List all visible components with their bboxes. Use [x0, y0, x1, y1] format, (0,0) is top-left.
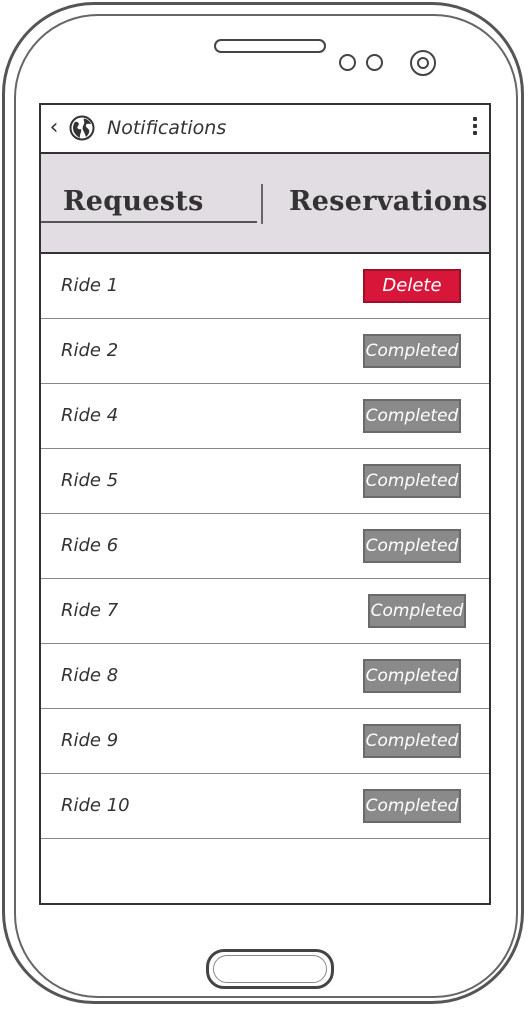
- list-item[interactable]: Ride 1 Delete: [41, 254, 489, 319]
- ride-label: Ride 9: [61, 730, 119, 751]
- completed-button[interactable]: Completed: [363, 529, 461, 563]
- tab-reservations-label: Reservations: [289, 186, 488, 217]
- completed-button[interactable]: Completed: [363, 399, 461, 433]
- home-button[interactable]: [206, 949, 334, 989]
- completed-button[interactable]: Completed: [363, 659, 461, 693]
- ride-label: Ride 10: [61, 795, 130, 816]
- screen: ‹ Notifications Requests Reservations Ri…: [39, 103, 491, 905]
- globe-icon: [69, 115, 95, 141]
- ride-label: Ride 1: [61, 275, 119, 296]
- light-sensor: [366, 54, 383, 71]
- completed-button[interactable]: Completed: [363, 789, 461, 823]
- completed-button[interactable]: Completed: [363, 334, 461, 368]
- ride-label: Ride 7: [61, 600, 119, 621]
- page-title: Notifications: [107, 117, 227, 139]
- front-camera: [410, 50, 436, 76]
- completed-button[interactable]: Completed: [363, 724, 461, 758]
- tab-reservations[interactable]: Reservations: [263, 154, 489, 252]
- ride-label: Ride 4: [61, 405, 119, 426]
- completed-button[interactable]: Completed: [368, 594, 466, 628]
- list-item[interactable]: Ride 9 Completed: [41, 709, 489, 774]
- ride-label: Ride 2: [61, 340, 119, 361]
- delete-button[interactable]: Delete: [363, 269, 461, 303]
- proximity-sensor: [339, 54, 356, 71]
- tab-requests[interactable]: Requests: [41, 154, 259, 252]
- list-item[interactable]: Ride 4 Completed: [41, 384, 489, 449]
- chevron-left-icon[interactable]: ‹: [45, 117, 63, 139]
- list-item[interactable]: Ride 7 Completed: [41, 579, 489, 644]
- list-item[interactable]: Ride 8 Completed: [41, 644, 489, 709]
- speaker-grille: [214, 39, 326, 53]
- list-item[interactable]: Ride 10 Completed: [41, 774, 489, 839]
- ride-label: Ride 5: [61, 470, 119, 491]
- tab-bar: Requests Reservations: [41, 154, 489, 254]
- ride-label: Ride 6: [61, 535, 119, 556]
- list-item[interactable]: Ride 2 Completed: [41, 319, 489, 384]
- ride-label: Ride 8: [61, 665, 119, 686]
- list-item[interactable]: Ride 6 Completed: [41, 514, 489, 579]
- app-bar: ‹ Notifications: [41, 105, 489, 154]
- tab-selected-indicator: [41, 221, 257, 223]
- ride-list: Ride 1 Delete Ride 2 Completed Ride 4 Co…: [41, 254, 489, 839]
- tab-requests-label: Requests: [63, 186, 204, 217]
- more-vertical-icon[interactable]: [471, 117, 479, 141]
- list-item[interactable]: Ride 5 Completed: [41, 449, 489, 514]
- completed-button[interactable]: Completed: [363, 464, 461, 498]
